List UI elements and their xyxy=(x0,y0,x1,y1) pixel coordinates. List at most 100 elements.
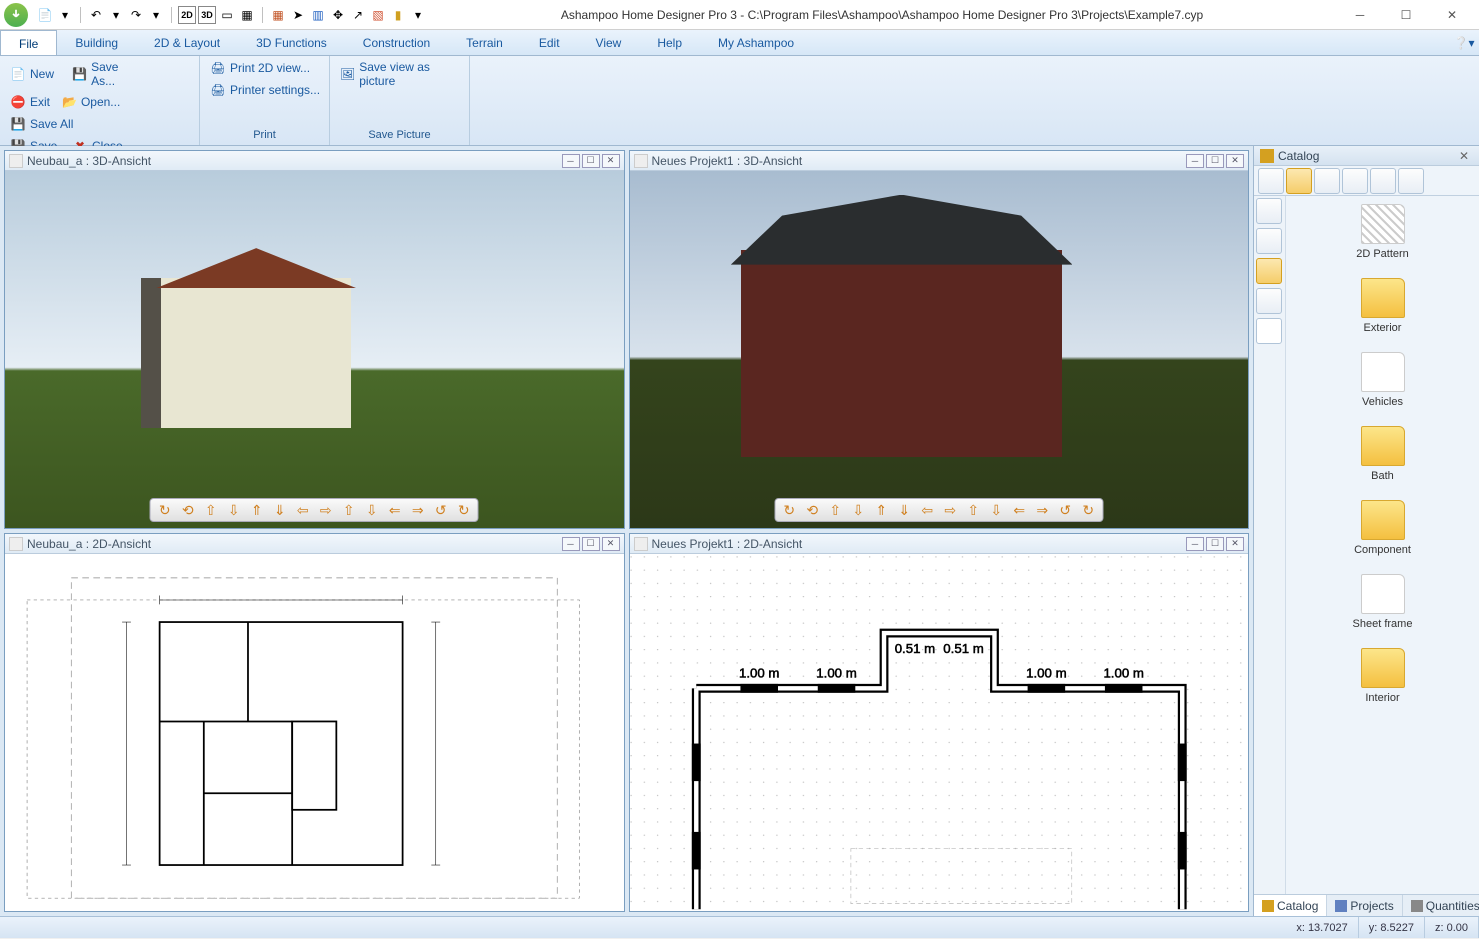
catalog-item-exterior[interactable]: Exterior xyxy=(1294,278,1471,334)
qat-dropdown[interactable]: ▾ xyxy=(409,6,427,24)
nav-up2-icon[interactable]: ⇑ xyxy=(871,501,891,519)
view-maximize[interactable]: ☐ xyxy=(582,537,600,551)
view-close[interactable]: ✕ xyxy=(1226,154,1244,168)
print-2d-button[interactable]: 🖨Print 2D view... xyxy=(206,58,326,78)
view-minimize[interactable]: ─ xyxy=(562,154,580,168)
catalog-item-vehicles[interactable]: Vehicles xyxy=(1294,352,1471,408)
view-body[interactable]: 1.00 m1.00 m 1.00 m1.00 m 0.51 m0.51 m xyxy=(630,554,1249,911)
nav-tilt-right-icon[interactable]: ↻ xyxy=(454,501,474,519)
cat-left-3[interactable] xyxy=(1256,258,1282,284)
view-body[interactable]: ↻ ⟲ ⇧ ⇩ ⇑ ⇓ ⇦ ⇨ ⇧ ⇩ ⇐ ⇒ ↺ ↻ xyxy=(5,171,624,528)
menu-building[interactable]: Building xyxy=(57,30,136,55)
nav-rotate-icon[interactable]: ⟲ xyxy=(178,501,198,519)
view-minimize[interactable]: ─ xyxy=(1186,154,1204,168)
view-close[interactable]: ✕ xyxy=(602,154,620,168)
catalog-items[interactable]: 2D Pattern Exterior Vehicles Bath Compon… xyxy=(1286,196,1479,894)
qat-xsplit[interactable]: ▦ xyxy=(238,6,256,24)
qat-dropdown[interactable]: ▾ xyxy=(147,6,165,24)
qat-move[interactable]: ✥ xyxy=(329,6,347,24)
save-view-picture-button[interactable]: 🖼Save view as picture xyxy=(336,58,463,90)
qat-cols[interactable]: ▥ xyxy=(309,6,327,24)
nav-right-icon[interactable]: ⇨ xyxy=(940,501,960,519)
view-close[interactable]: ✕ xyxy=(602,537,620,551)
close-button[interactable]: ✕ xyxy=(1429,1,1475,29)
nav-tilt-right-icon[interactable]: ↻ xyxy=(1078,501,1098,519)
view-minimize[interactable]: ─ xyxy=(1186,537,1204,551)
exit-button[interactable]: ⛔Exit xyxy=(6,92,54,112)
catalog-close-icon[interactable]: ✕ xyxy=(1459,149,1473,163)
cat-left-1[interactable] xyxy=(1256,198,1282,224)
qat-arrow[interactable]: ↗ xyxy=(349,6,367,24)
menu-3d-functions[interactable]: 3D Functions xyxy=(238,30,345,55)
menu-file[interactable]: File xyxy=(0,30,57,55)
cat-tab-4[interactable] xyxy=(1342,168,1368,194)
catalog-item-component[interactable]: Component xyxy=(1294,500,1471,556)
open-button[interactable]: 📂Open... xyxy=(58,92,116,112)
nav-rotate-icon[interactable]: ⟲ xyxy=(802,501,822,519)
tab-projects[interactable]: Projects xyxy=(1327,895,1402,916)
cat-left-4[interactable] xyxy=(1256,288,1282,314)
qat-dropdown[interactable]: ▾ xyxy=(56,6,74,24)
view-maximize[interactable]: ☐ xyxy=(582,154,600,168)
qat-dropdown[interactable]: ▾ xyxy=(107,6,125,24)
nav-down-icon[interactable]: ⇩ xyxy=(224,501,244,519)
nav-left-icon[interactable]: ⇦ xyxy=(917,501,937,519)
menu-2d-layout[interactable]: 2D & Layout xyxy=(136,30,238,55)
catalog-item-bath[interactable]: Bath xyxy=(1294,426,1471,482)
nav-down2-icon[interactable]: ⇓ xyxy=(894,501,914,519)
qat-undo[interactable]: ↶ xyxy=(87,6,105,24)
cat-left-5[interactable] xyxy=(1256,318,1282,344)
nav-tilt-left-icon[interactable]: ↺ xyxy=(1055,501,1075,519)
nav-orbit-icon[interactable]: ↻ xyxy=(155,501,175,519)
nav-left2-icon[interactable]: ⇐ xyxy=(1009,501,1029,519)
nav-down2-icon[interactable]: ⇓ xyxy=(270,501,290,519)
qat-book[interactable]: ▮ xyxy=(389,6,407,24)
qat-cursor[interactable]: ➤ xyxy=(289,6,307,24)
nav-right2-icon[interactable]: ⇒ xyxy=(1032,501,1052,519)
menu-help[interactable]: Help xyxy=(639,30,700,55)
menu-my-ashampoo[interactable]: My Ashampoo xyxy=(700,30,812,55)
qat-2d[interactable]: 2D xyxy=(178,6,196,24)
nav-up-icon[interactable]: ⇧ xyxy=(201,501,221,519)
view-body[interactable]: ↻ ⟲ ⇧ ⇩ ⇑ ⇓ ⇦ ⇨ ⇧ ⇩ ⇐ ⇒ ↺ ↻ xyxy=(630,171,1249,528)
qat-new-doc[interactable]: 📄 xyxy=(36,6,54,24)
nav-right-icon[interactable]: ⇨ xyxy=(316,501,336,519)
view-minimize[interactable]: ─ xyxy=(562,537,580,551)
catalog-item-interior[interactable]: Interior xyxy=(1294,648,1471,704)
cat-tab-3[interactable] xyxy=(1314,168,1340,194)
minimize-button[interactable]: ─ xyxy=(1337,1,1383,29)
catalog-item-sheet-frame[interactable]: Sheet frame xyxy=(1294,574,1471,630)
qat-hsplit[interactable]: ▭ xyxy=(218,6,236,24)
nav-down-icon[interactable]: ⇩ xyxy=(848,501,868,519)
nav-up3-icon[interactable]: ⇧ xyxy=(339,501,359,519)
new-button[interactable]: 📄New xyxy=(6,58,64,90)
nav-down3-icon[interactable]: ⇩ xyxy=(362,501,382,519)
help-icon[interactable]: ❔▾ xyxy=(1449,30,1479,55)
qat-grid[interactable]: ▦ xyxy=(269,6,287,24)
view-maximize[interactable]: ☐ xyxy=(1206,154,1224,168)
printer-settings-button[interactable]: 🖨Printer settings... xyxy=(206,80,326,100)
qat-3d[interactable]: 3D xyxy=(198,6,216,24)
nav-right2-icon[interactable]: ⇒ xyxy=(408,501,428,519)
nav-tilt-left-icon[interactable]: ↺ xyxy=(431,501,451,519)
maximize-button[interactable]: ☐ xyxy=(1383,1,1429,29)
nav-up3-icon[interactable]: ⇧ xyxy=(963,501,983,519)
cat-tab-2[interactable] xyxy=(1286,168,1312,194)
nav-orbit-icon[interactable]: ↻ xyxy=(779,501,799,519)
view-close[interactable]: ✕ xyxy=(1226,537,1244,551)
nav-up-icon[interactable]: ⇧ xyxy=(825,501,845,519)
catalog-item-2d-pattern[interactable]: 2D Pattern xyxy=(1294,204,1471,260)
menu-edit[interactable]: Edit xyxy=(521,30,578,55)
cat-tab-6[interactable] xyxy=(1398,168,1424,194)
nav-down3-icon[interactable]: ⇩ xyxy=(986,501,1006,519)
qat-redo[interactable]: ↷ xyxy=(127,6,145,24)
cat-tab-1[interactable] xyxy=(1258,168,1284,194)
view-body[interactable] xyxy=(5,554,624,911)
nav-up2-icon[interactable]: ⇑ xyxy=(247,501,267,519)
tab-catalog[interactable]: Catalog xyxy=(1254,895,1327,916)
menu-terrain[interactable]: Terrain xyxy=(448,30,521,55)
cat-left-2[interactable] xyxy=(1256,228,1282,254)
menu-view[interactable]: View xyxy=(578,30,640,55)
view-maximize[interactable]: ☐ xyxy=(1206,537,1224,551)
qat-swatch[interactable]: ▧ xyxy=(369,6,387,24)
